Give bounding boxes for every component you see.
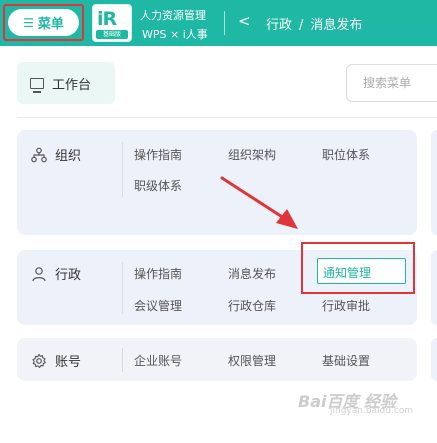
annotation-arrow [220, 176, 298, 229]
watermark-url: jingyan.baidu.com [330, 406, 414, 416]
